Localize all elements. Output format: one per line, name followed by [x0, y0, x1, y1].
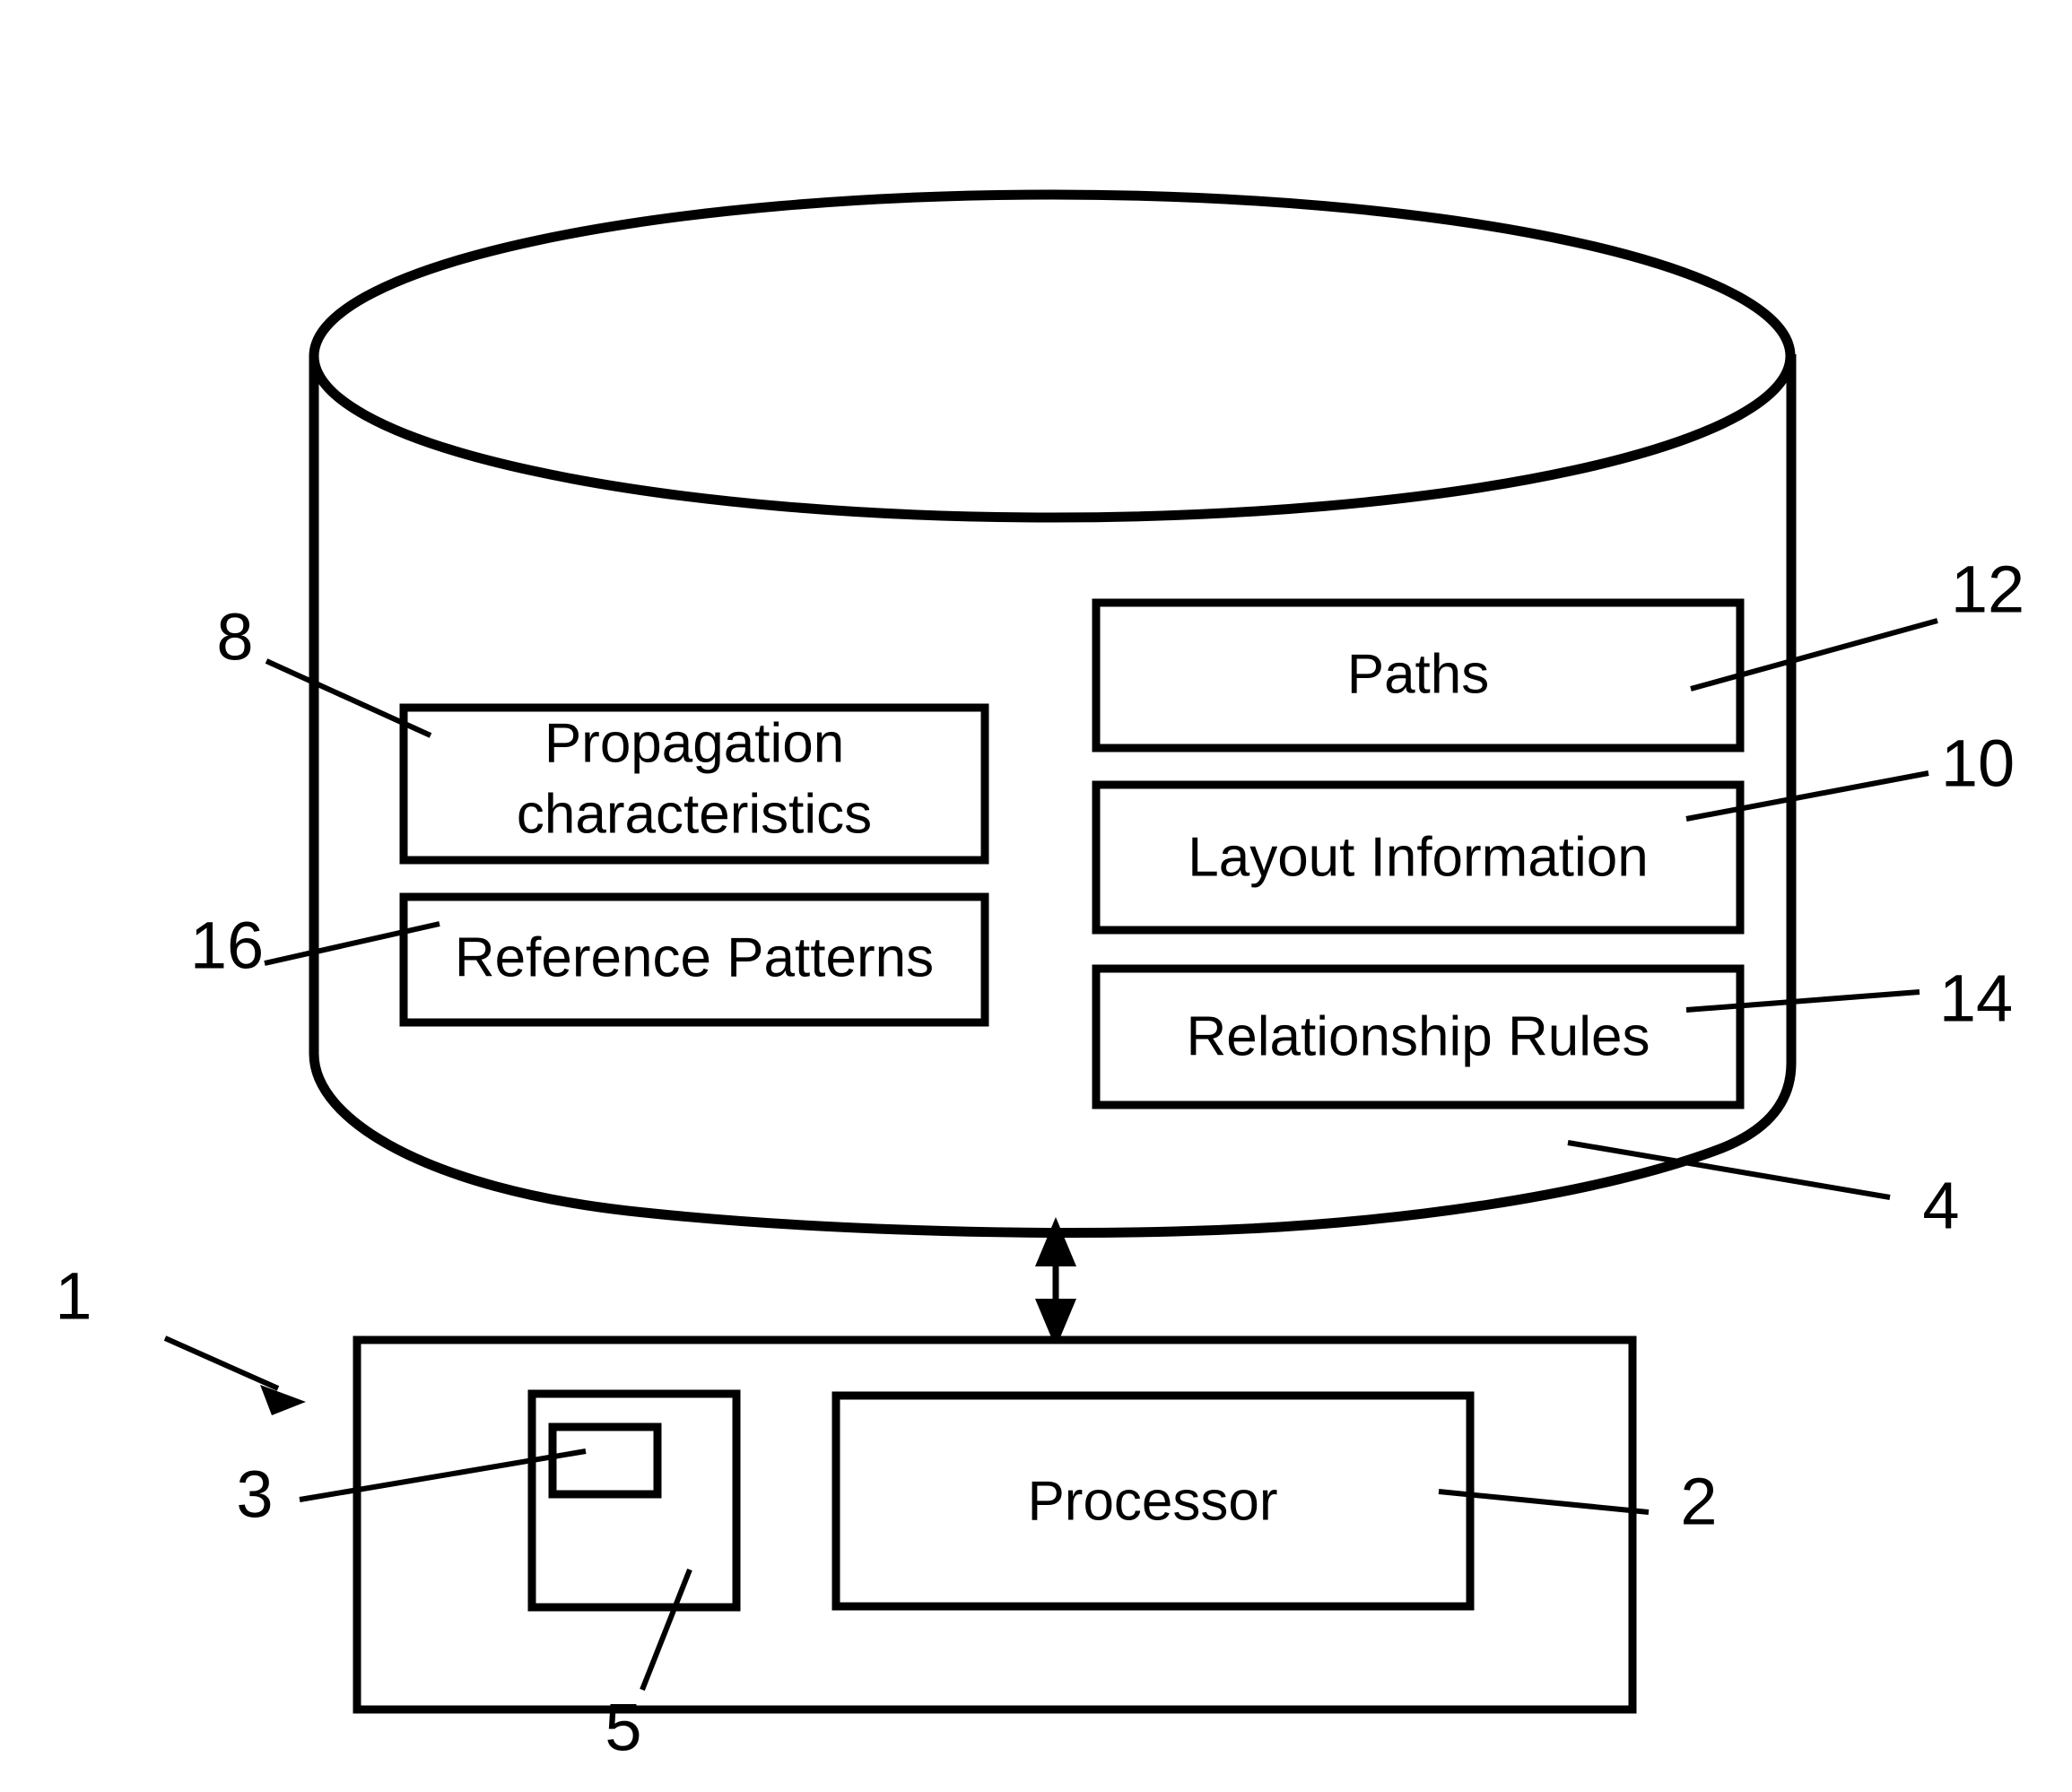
ref-numeral-14: 14	[1939, 961, 2013, 1036]
figure-root: Propagation characteristics Reference Pa…	[0, 0, 2072, 1792]
box-layout-information-label: Layout Information	[1188, 826, 1649, 888]
box-layout-information[interactable]: Layout Information	[1092, 780, 1745, 935]
box-propagation-characteristics-label-line2: characteristics	[517, 783, 872, 845]
box-reference-patterns-label: Reference Patterns	[455, 926, 934, 988]
cylinder-top-ellipse	[309, 189, 1796, 523]
ref-numeral-2: 2	[1680, 1465, 1717, 1539]
box-propagation-characteristics[interactable]: Propagation characteristics	[399, 703, 989, 865]
processor-label: Processor	[1027, 1470, 1277, 1532]
ref-numeral-5: 5	[605, 1691, 641, 1765]
device-enclosure[interactable]: Processor	[353, 1335, 1637, 1714]
leader-1: 1	[55, 1259, 306, 1415]
ref-numeral-4: 4	[1922, 1169, 1959, 1243]
leader-line-1	[163, 1335, 280, 1391]
box-relationship-rules-label: Relationship Rules	[1187, 1005, 1650, 1067]
ref-numeral-1: 1	[55, 1259, 91, 1334]
ref-numeral-16: 16	[190, 909, 264, 983]
box-paths-label: Paths	[1347, 643, 1490, 705]
ref-numeral-8: 8	[216, 600, 253, 674]
ref-numeral-10: 10	[1941, 726, 2015, 801]
box-paths[interactable]: Paths	[1092, 598, 1745, 752]
module-inner-rect[interactable]	[548, 1422, 662, 1499]
box-propagation-characteristics-label-line1: Propagation	[544, 712, 844, 774]
box-reference-patterns[interactable]: Reference Patterns	[399, 892, 989, 1027]
patent-figure-diagram: Propagation characteristics Reference Pa…	[55, 189, 2024, 1765]
leader-1-arrowhead	[260, 1385, 306, 1415]
ref-numeral-3: 3	[236, 1457, 273, 1532]
box-relationship-rules[interactable]: Relationship Rules	[1092, 964, 1745, 1109]
ref-numeral-12: 12	[1951, 552, 2024, 627]
